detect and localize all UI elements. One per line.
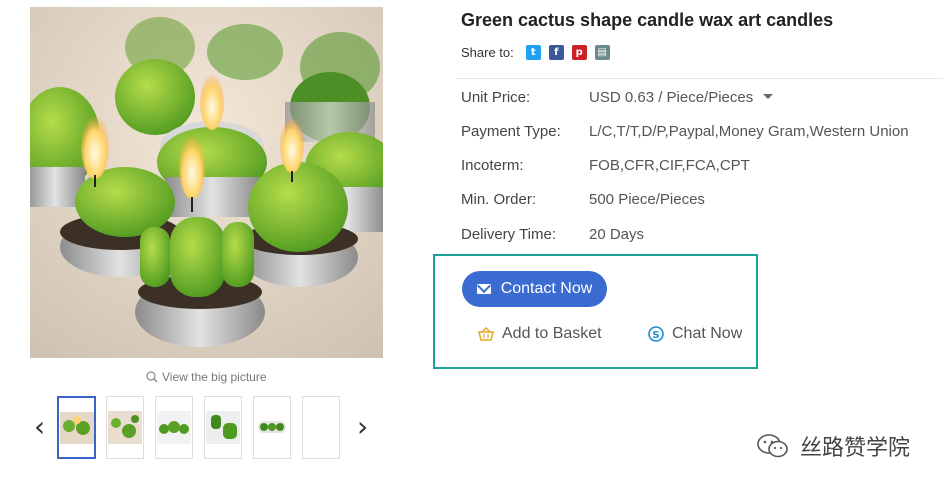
skype-icon: S (648, 326, 664, 342)
spec-label: Delivery Time: (461, 226, 557, 243)
svg-text:S: S (652, 330, 659, 341)
chevron-left-icon[interactable]: ‹ (34, 412, 50, 442)
add-to-basket-label: Add to Basket (502, 325, 602, 342)
unit-price-select[interactable]: USD 0.63 / Piece/Pieces (589, 89, 774, 106)
thumbnail-item[interactable] (253, 396, 291, 459)
contact-now-button[interactable]: Contact Now (462, 271, 607, 307)
thumbnail-item[interactable] (106, 396, 144, 459)
action-highlight-box: Contact Now Add to Basket S Chat Now (433, 254, 758, 369)
twitter-icon[interactable]: t (525, 45, 541, 60)
view-big-picture-label: View the big picture (162, 370, 267, 384)
message-icon[interactable]: ▤ (594, 45, 610, 60)
caret-down-icon (763, 93, 774, 99)
divider (456, 78, 943, 79)
view-big-picture-link[interactable]: View the big picture (146, 370, 267, 384)
share-label: Share to: (461, 45, 514, 60)
share-bar: Share to: t f p ▤ (461, 45, 610, 60)
watermark-text: 丝路赞学院 (800, 436, 911, 461)
wechat-watermark: 丝路赞学院 (756, 430, 910, 462)
spec-label: Payment Type: (461, 123, 561, 140)
contact-now-label: Contact Now (500, 280, 593, 297)
facebook-icon[interactable]: f (548, 45, 564, 60)
chat-now-button[interactable]: S Chat Now (648, 325, 742, 343)
thumbnail-item[interactable] (302, 396, 340, 459)
spec-label: Incoterm: (461, 157, 524, 174)
thumbnail-item[interactable] (204, 396, 242, 459)
spec-value: 20 Days (589, 226, 645, 243)
thumbnail-item[interactable] (57, 396, 96, 459)
spec-value: L/C,T/T,D/P,Paypal,Money Gram,Western Un… (589, 123, 909, 140)
basket-icon (478, 327, 494, 341)
spec-value: 500 Piece/Pieces (589, 191, 705, 208)
spec-label: Unit Price: (461, 89, 531, 106)
product-main-image[interactable] (30, 7, 383, 358)
product-title: Green cactus shape candle wax art candle… (461, 10, 834, 30)
spec-value: FOB,CFR,CIF,FCA,CPT (589, 157, 750, 174)
magnifier-icon (146, 371, 158, 383)
wechat-icon (757, 434, 788, 458)
chevron-right-icon[interactable]: › (357, 412, 373, 442)
pinterest-icon[interactable]: p (571, 45, 587, 60)
spec-value: USD 0.63 / Piece/Pieces (589, 89, 754, 106)
thumbnail-item[interactable] (155, 396, 193, 459)
mail-icon (476, 284, 491, 294)
spec-label: Min. Order: (461, 191, 537, 208)
chat-now-label: Chat Now (672, 325, 743, 342)
add-to-basket-button[interactable]: Add to Basket (478, 325, 602, 343)
